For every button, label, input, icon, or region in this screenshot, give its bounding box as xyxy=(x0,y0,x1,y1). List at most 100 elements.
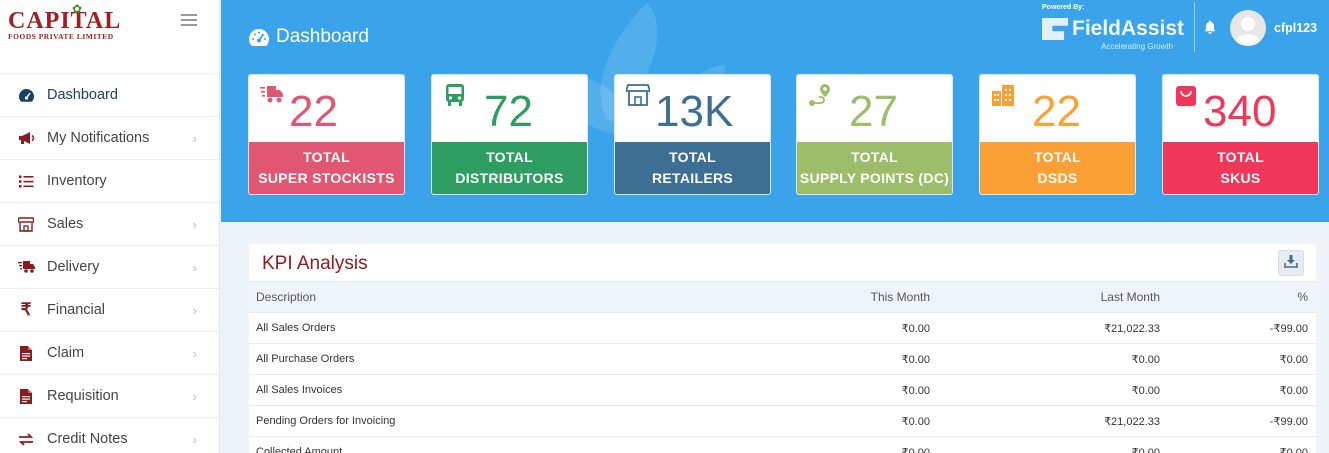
sidebar: ✿ CAPITAL FOODS PRIVATE LIMITED Dashboar… xyxy=(0,0,220,453)
stat-card-supply-points[interactable]: 27 TOTAL SUPPLY POINTS (DC) xyxy=(796,74,953,195)
delivery-truck-icon xyxy=(17,260,35,274)
stat-label-line2: RETAILERS xyxy=(652,170,733,186)
column-header[interactable]: Description xyxy=(249,281,669,313)
column-header[interactable]: Last Month xyxy=(930,281,1160,313)
shopping-bag-icon xyxy=(1174,83,1198,107)
table-cell: -₹99.00 xyxy=(1160,312,1316,344)
stat-label-line2: SUPPLY POINTS (DC) xyxy=(799,170,950,186)
sidebar-item-label: Financial xyxy=(47,302,106,318)
stat-value: 27 xyxy=(849,87,898,136)
sidebar-item-label: Credit Notes xyxy=(47,431,128,447)
truck-icon xyxy=(260,83,284,107)
page-title-text: Dashboard xyxy=(276,26,369,47)
kpi-title: KPI Analysis xyxy=(262,253,368,274)
stat-card-retailers[interactable]: 13K TOTAL RETAILERS xyxy=(614,74,771,195)
document-icon xyxy=(17,388,35,404)
avatar[interactable] xyxy=(1230,10,1266,46)
stat-value: 22 xyxy=(289,87,338,136)
stat-card-distributors[interactable]: 72 TOTAL DISTRIBUTORS xyxy=(431,74,588,195)
powered-by-label: Powered By: xyxy=(1042,4,1085,11)
rupee-icon: ₹ xyxy=(20,300,32,319)
table-cell: ₹0.00 xyxy=(1160,343,1316,375)
sidebar-item-requisition[interactable]: Requisition › xyxy=(0,375,219,418)
leaf-icon: ✿ xyxy=(72,2,83,16)
vendor-tagline: Accelerating Growth xyxy=(1101,42,1174,51)
sidebar-item-label: Inventory xyxy=(47,173,107,189)
stat-label-line2: DISTRIBUTORS xyxy=(455,170,564,186)
megaphone-icon xyxy=(17,131,35,145)
table-cell: ₹0.00 xyxy=(669,343,930,375)
sidebar-item-label: Requisition xyxy=(47,388,119,404)
chevron-right-icon: › xyxy=(192,302,197,318)
stat-value: 340 xyxy=(1203,87,1277,136)
table-cell: Pending Orders for Invoicing xyxy=(249,405,669,437)
sidebar-item-sales[interactable]: Sales › xyxy=(0,203,219,246)
sidebar-item-label: Claim xyxy=(47,345,85,361)
vendor-logo: FieldAssist xyxy=(1042,17,1184,41)
table-cell: ₹21,022.33 xyxy=(930,405,1160,437)
stat-label: TOTAL SKUS xyxy=(1163,142,1318,194)
document-icon xyxy=(17,345,35,361)
table-cell: ₹0.00 xyxy=(669,405,930,437)
table-cell: ₹0.00 xyxy=(930,374,1160,406)
kpi-panel: KPI Analysis Description This Month Last… xyxy=(249,244,1316,453)
sidebar-item-label: Dashboard xyxy=(47,87,118,103)
download-button[interactable] xyxy=(1278,250,1304,276)
table-cell: ₹0.00 xyxy=(669,436,930,453)
sidebar-item-financial[interactable]: ₹ Financial › xyxy=(0,289,219,332)
stat-value: 22 xyxy=(1032,87,1081,136)
sidebar-item-claim[interactable]: Claim › xyxy=(0,332,219,375)
table-row: All Sales Orders ₹0.00 ₹21,022.33 -₹99.0… xyxy=(249,312,1316,344)
sidebar-item-label: My Notifications xyxy=(47,130,150,146)
company-logo[interactable]: ✿ CAPITAL FOODS PRIVATE LIMITED xyxy=(8,2,148,41)
stat-label: TOTAL SUPER STOCKISTS xyxy=(249,142,404,194)
table-cell: ₹0.00 xyxy=(1160,436,1316,453)
table-cell: ₹0.00 xyxy=(930,343,1160,375)
sidebar-item-credit-notes[interactable]: Credit Notes › xyxy=(0,418,219,453)
table-row: Collected Amount ₹0.00 ₹0.00 ₹0.00 xyxy=(249,436,1316,453)
table-cell: ₹0.00 xyxy=(1160,374,1316,406)
sidebar-item-delivery[interactable]: Delivery › xyxy=(0,246,219,289)
stat-label-line1: TOTAL xyxy=(851,149,898,165)
sidebar-item-inventory[interactable]: Inventory xyxy=(0,160,219,203)
fieldassist-logo-icon xyxy=(1042,18,1068,40)
table-cell: ₹21,022.33 xyxy=(930,312,1160,344)
logo-subtitle: FOODS PRIVATE LIMITED xyxy=(8,32,114,41)
table-row: All Purchase Orders ₹0.00 ₹0.00 ₹0.00 xyxy=(249,343,1316,375)
exchange-icon xyxy=(17,432,35,446)
stat-card-skus[interactable]: 340 TOTAL SKUS xyxy=(1162,74,1319,195)
list-icon xyxy=(17,175,35,188)
stat-label: TOTAL SUPPLY POINTS (DC) xyxy=(797,142,952,194)
vendor-name: FieldAssist xyxy=(1072,17,1185,40)
dashboard-icon xyxy=(248,28,270,47)
menu-toggle-icon[interactable] xyxy=(181,14,197,26)
bell-icon[interactable] xyxy=(1204,20,1216,39)
stat-label-line2: DSDS xyxy=(1037,170,1078,186)
building-icon xyxy=(991,83,1015,107)
stat-card-dsds[interactable]: 22 TOTAL DSDS xyxy=(979,74,1136,195)
page-title: Dashboard xyxy=(248,26,369,48)
table-cell: All Purchase Orders xyxy=(249,343,669,375)
stat-label-line1: TOTAL xyxy=(669,149,716,165)
chevron-right-icon: › xyxy=(192,431,197,447)
column-header[interactable]: % xyxy=(1160,281,1316,313)
table-cell: ₹0.00 xyxy=(930,436,1160,453)
download-icon xyxy=(1284,254,1298,273)
bus-icon xyxy=(443,83,467,107)
stat-label: TOTAL RETAILERS xyxy=(615,142,770,194)
sidebar-item-dashboard[interactable]: Dashboard xyxy=(0,74,219,117)
stat-label-line1: TOTAL xyxy=(486,149,533,165)
username[interactable]: cfpl123 xyxy=(1274,21,1317,35)
dashboard-icon xyxy=(17,88,35,103)
stat-card-super-stockists[interactable]: 22 TOTAL SUPER STOCKISTS xyxy=(248,74,405,195)
stat-label-line2: SUPER STOCKISTS xyxy=(258,170,395,186)
shop-icon xyxy=(626,83,650,107)
store-icon xyxy=(17,216,35,232)
chevron-right-icon: › xyxy=(192,130,197,146)
chevron-right-icon: › xyxy=(192,345,197,361)
sidebar-item-label: Delivery xyxy=(47,259,100,275)
stat-value: 13K xyxy=(655,87,734,136)
sidebar-item-notifications[interactable]: My Notifications › xyxy=(0,117,219,160)
column-header[interactable]: This Month xyxy=(669,281,930,313)
stat-label: TOTAL DSDS xyxy=(980,142,1135,194)
